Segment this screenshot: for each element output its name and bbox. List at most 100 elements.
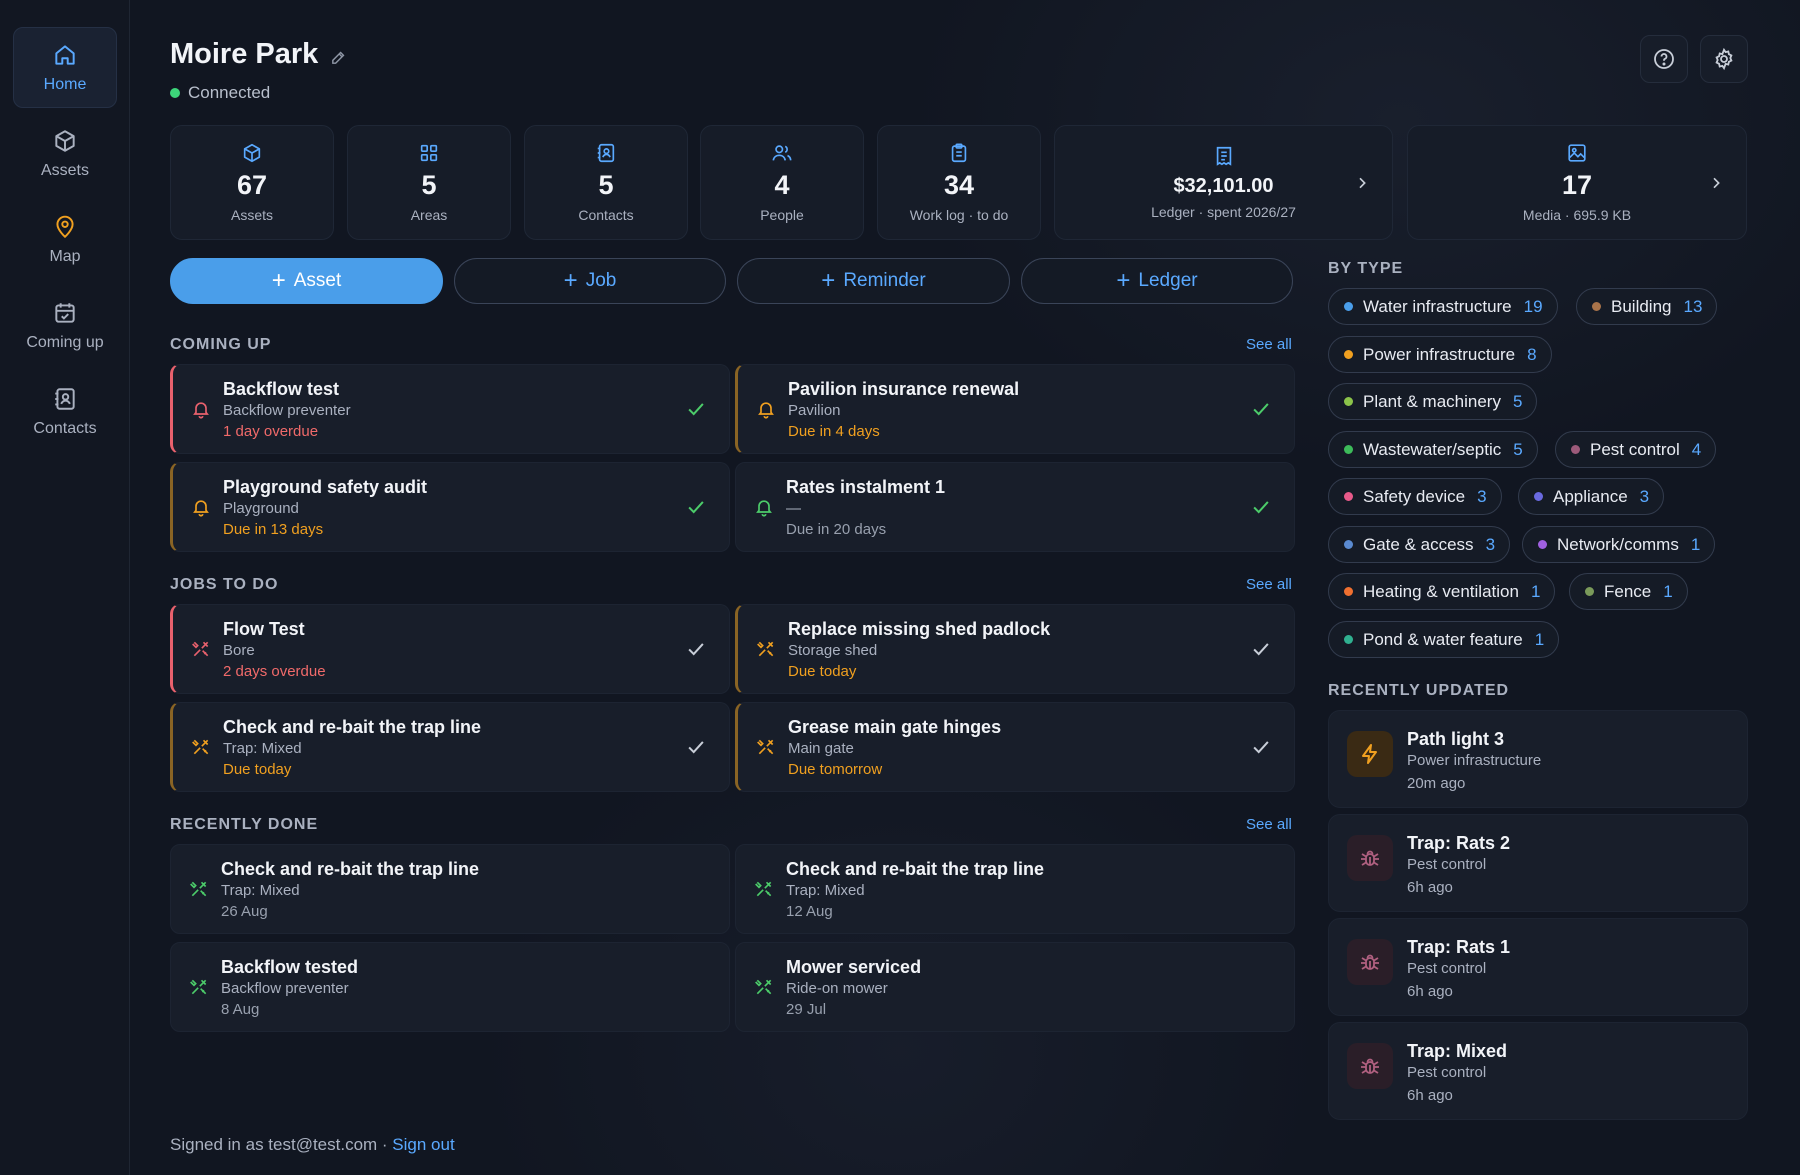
check-icon[interactable] [685,496,707,518]
chip-label: Heating & ventilation [1363,581,1519,601]
recent-subtitle: Pest control [1407,1064,1487,1081]
help-button[interactable] [1640,35,1688,83]
type-chip[interactable]: Power infrastructure 8 [1328,336,1552,373]
card-title: Rates instalment 1 [786,477,946,497]
job-card[interactable]: Flow Test Bore 2 days overdue [170,604,730,694]
type-chip[interactable]: Fence 1 [1569,573,1688,610]
box-icon [243,143,261,163]
stat-work-log[interactable]: 34 Work log · to do [877,125,1041,240]
type-chip[interactable]: Wastewater/septic 5 [1328,431,1538,468]
type-chip[interactable]: Water infrastructure 19 [1328,288,1558,325]
edit-pencil-icon[interactable] [330,49,347,66]
stat-contacts[interactable]: 5 Contacts [524,125,688,240]
chevron-right-icon [1713,177,1720,188]
type-dot [1344,350,1353,359]
sidebar-item-assets[interactable]: Assets [13,113,117,194]
card-subtitle: Trap: Mixed [221,882,300,899]
recent-item[interactable]: Path light 3 Power infrastructure 20m ag… [1328,710,1748,808]
card-date: 26 Aug [221,903,268,920]
recent-item[interactable]: Trap: Rats 2 Pest control 6h ago [1328,814,1748,912]
reminder-card[interactable]: Backflow test Backflow preventer 1 day o… [170,364,730,454]
see-all-done-link[interactable]: See all [1246,816,1292,833]
type-chip[interactable]: Pond & water feature 1 [1328,621,1560,658]
card-date: 8 Aug [221,1001,260,1018]
type-chip[interactable]: Heating & ventilation 1 [1328,573,1556,610]
type-dot [1344,397,1353,406]
check-icon[interactable] [1250,496,1272,518]
add-ledger-button[interactable]: + Ledger [1021,258,1293,304]
bolt-icon [1347,731,1393,777]
tools-icon [755,979,772,995]
stat-people[interactable]: 4 People [700,125,864,240]
chip-count: 5 [1513,439,1523,459]
chip-count: 3 [1477,486,1487,506]
button-label: Asset [293,270,342,291]
card-due: 2 days overdue [223,663,326,680]
job-card[interactable]: Replace missing shed padlock Storage she… [735,604,1295,694]
section-title-coming-up: COMING UP [170,336,272,353]
see-all-jobs-link[interactable]: See all [1246,576,1292,593]
reminder-card[interactable]: Pavilion insurance renewal Pavilion Due … [735,364,1295,454]
chip-label: Plant & machinery [1363,391,1501,411]
settings-button[interactable] [1700,35,1748,83]
type-chip[interactable]: Gate & access 3 [1328,526,1511,563]
stat-assets[interactable]: 67 Assets [170,125,334,240]
clipboard-icon [951,143,967,163]
reminder-card[interactable]: Rates instalment 1 — Due in 20 days [735,462,1295,552]
type-chip[interactable]: Safety device 3 [1328,478,1502,515]
sign-out-link[interactable]: Sign out [392,1135,454,1154]
stat-areas[interactable]: 5 Areas [347,125,511,240]
done-card[interactable]: Check and re-bait the trap line Trap: Mi… [170,844,730,934]
sidebar-item-coming-up[interactable]: Coming up [13,285,117,366]
check-icon[interactable] [685,736,707,758]
chip-label: Safety device [1363,486,1466,506]
add-job-button[interactable]: + Job [454,258,726,304]
check-icon[interactable] [685,638,707,660]
type-chip[interactable]: Pest control 4 [1555,431,1717,468]
add-reminder-button[interactable]: + Reminder [737,258,1010,304]
recent-title: Trap: Mixed [1407,1041,1508,1061]
done-card[interactable]: Check and re-bait the trap line Trap: Mi… [735,844,1295,934]
job-card[interactable]: Check and re-bait the trap line Trap: Mi… [170,702,730,792]
connection-status: Connected [170,83,347,103]
recent-time: 6h ago [1407,983,1453,1000]
card-subtitle: Trap: Mixed [786,882,865,899]
recent-item[interactable]: Trap: Rats 1 Pest control 6h ago [1328,918,1748,1016]
tools-icon [757,739,774,755]
see-all-coming-up-link[interactable]: See all [1246,336,1292,353]
check-icon[interactable] [1250,736,1272,758]
type-chip[interactable]: Plant & machinery 5 [1328,383,1538,420]
check-icon[interactable] [1250,398,1272,420]
check-icon[interactable] [685,398,707,420]
done-card[interactable]: Backflow tested Backflow preventer 8 Aug [170,942,730,1032]
stat-ledger[interactable]: $32,101.00 Ledger · spent 2026/27 [1054,125,1393,240]
chip-count: 4 [1691,439,1702,459]
plus-icon: + [821,267,836,294]
status-dot [170,88,180,98]
stat-media[interactable]: 17 Media · 695.9 KB [1407,125,1747,240]
add-asset-button[interactable]: + Asset [170,258,443,304]
type-chip[interactable]: Appliance 3 [1518,478,1665,515]
sidebar-item-contacts[interactable]: Contacts [13,371,117,452]
reminder-card[interactable]: Playground safety audit Playground Due i… [170,462,730,552]
people-icon [772,145,792,161]
recent-subtitle: Pest control [1407,856,1487,873]
recent-item[interactable]: Trap: Mixed Pest control 6h ago [1328,1022,1748,1120]
sidebar-item-home[interactable]: Home [13,27,117,108]
type-chip[interactable]: Building 13 [1576,288,1718,325]
footer: Signed in as test@test.com · Sign out [170,1135,455,1155]
button-label: Job [585,270,617,291]
chip-count: 8 [1527,344,1537,364]
button-label: Reminder [843,270,926,291]
type-dot [1571,445,1580,454]
card-title: Grease main gate hinges [788,717,1002,737]
stat-caption: Areas [410,207,448,223]
tools-icon [755,881,772,897]
sidebar-item-map[interactable]: Map [13,199,117,280]
card-due: Due in 20 days [786,521,887,538]
done-card[interactable]: Mower serviced Ride-on mower 29 Jul [735,942,1295,1032]
chip-label: Pest control [1590,439,1680,459]
check-icon[interactable] [1250,638,1272,660]
type-chip[interactable]: Network/comms 1 [1522,526,1716,563]
job-card[interactable]: Grease main gate hinges Main gate Due to… [735,702,1295,792]
